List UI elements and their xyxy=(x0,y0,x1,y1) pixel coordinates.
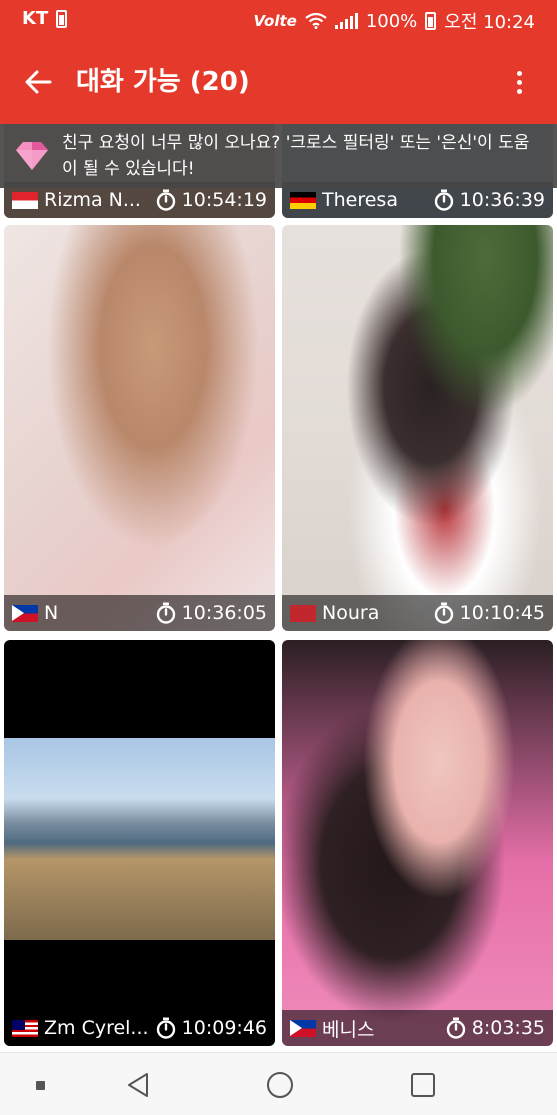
user-grid[interactable]: Rizma N... 10:54:19 Theresa 10:36:39 N 1… xyxy=(0,124,557,1052)
flag-philippines-icon xyxy=(290,1019,316,1037)
battery-saver-icon xyxy=(56,9,68,28)
remaining-time: 10:36:39 xyxy=(459,189,545,211)
stopwatch-icon xyxy=(156,602,175,624)
status-bar: KT Volte 100% 오전 10:24 xyxy=(0,0,557,40)
flag-germany-icon xyxy=(290,191,316,209)
card-info-bar: N 10:36:05 xyxy=(4,595,275,631)
user-card[interactable]: N 10:36:05 xyxy=(4,225,275,631)
nav-home-button[interactable] xyxy=(260,1065,300,1105)
gem-icon xyxy=(16,142,48,170)
arrow-left-icon xyxy=(25,70,52,94)
more-options-button[interactable] xyxy=(501,64,537,100)
flag-malaysia-icon xyxy=(12,1019,38,1037)
clock: 오전 10:24 xyxy=(444,12,535,33)
user-card[interactable]: Zm Cyrel... 10:09:46 xyxy=(4,640,275,1046)
remaining-time: 10:09:46 xyxy=(181,1017,267,1039)
card-info-bar: Zm Cyrel... 10:09:46 xyxy=(4,1010,275,1046)
tip-banner[interactable]: 친구 요청이 너무 많이 오나요? '크로스 필터링' 또는 '은신'이 도움이… xyxy=(0,124,557,188)
more-vert-icon xyxy=(516,70,522,76)
user-name: N xyxy=(44,602,59,624)
volte-label: Volte xyxy=(253,12,297,30)
card-info-bar: 베니스 8:03:35 xyxy=(282,1010,553,1046)
flag-morocco-icon xyxy=(290,604,316,622)
user-photo xyxy=(4,738,275,940)
square-small-icon xyxy=(35,1080,45,1090)
stopwatch-icon xyxy=(434,602,453,624)
carrier-label: KT xyxy=(22,8,49,29)
user-photo xyxy=(282,640,553,1046)
remaining-time: 10:10:45 xyxy=(459,602,545,624)
stopwatch-icon xyxy=(156,189,175,211)
app-bar: 대화 가능 (20) xyxy=(0,40,557,124)
page-title: 대화 가능 (20) xyxy=(76,67,250,97)
flag-indonesia-icon xyxy=(12,191,38,209)
tip-text: 친구 요청이 너무 많이 오나요? '크로스 필터링' 또는 '은신'이 도움이… xyxy=(62,133,530,179)
card-info-bar: Noura 10:10:45 xyxy=(282,595,553,631)
nav-overview-button[interactable] xyxy=(403,1065,443,1105)
stopwatch-icon xyxy=(434,189,453,211)
user-name: Zm Cyrel... xyxy=(44,1017,149,1039)
triangle-back-icon xyxy=(128,1073,148,1097)
user-card[interactable]: Noura 10:10:45 xyxy=(282,225,553,631)
remaining-time: 10:54:19 xyxy=(181,189,267,211)
system-nav-bar xyxy=(0,1052,557,1115)
battery-percent: 100% xyxy=(365,10,418,32)
user-card[interactable]: 베니스 8:03:35 xyxy=(282,640,553,1046)
wifi-icon xyxy=(305,13,327,29)
remaining-time: 8:03:35 xyxy=(471,1017,545,1039)
stopwatch-icon xyxy=(446,1017,465,1039)
remaining-time: 10:36:05 xyxy=(181,602,267,624)
user-name: Theresa xyxy=(322,189,398,211)
user-name: Noura xyxy=(322,602,380,624)
nav-back-button[interactable] xyxy=(118,1065,158,1105)
square-overview-icon xyxy=(411,1073,435,1097)
flag-philippines-icon xyxy=(12,604,38,622)
back-button[interactable] xyxy=(20,64,56,100)
circle-home-icon xyxy=(267,1072,293,1098)
signal-icon xyxy=(334,13,358,29)
stopwatch-icon xyxy=(156,1017,175,1039)
user-photo xyxy=(4,225,275,631)
battery-icon xyxy=(425,12,437,30)
user-name: 베니스 xyxy=(322,1018,375,1041)
user-name: Rizma N... xyxy=(44,189,141,211)
user-photo xyxy=(282,225,553,631)
nav-extra-button[interactable] xyxy=(20,1065,60,1105)
